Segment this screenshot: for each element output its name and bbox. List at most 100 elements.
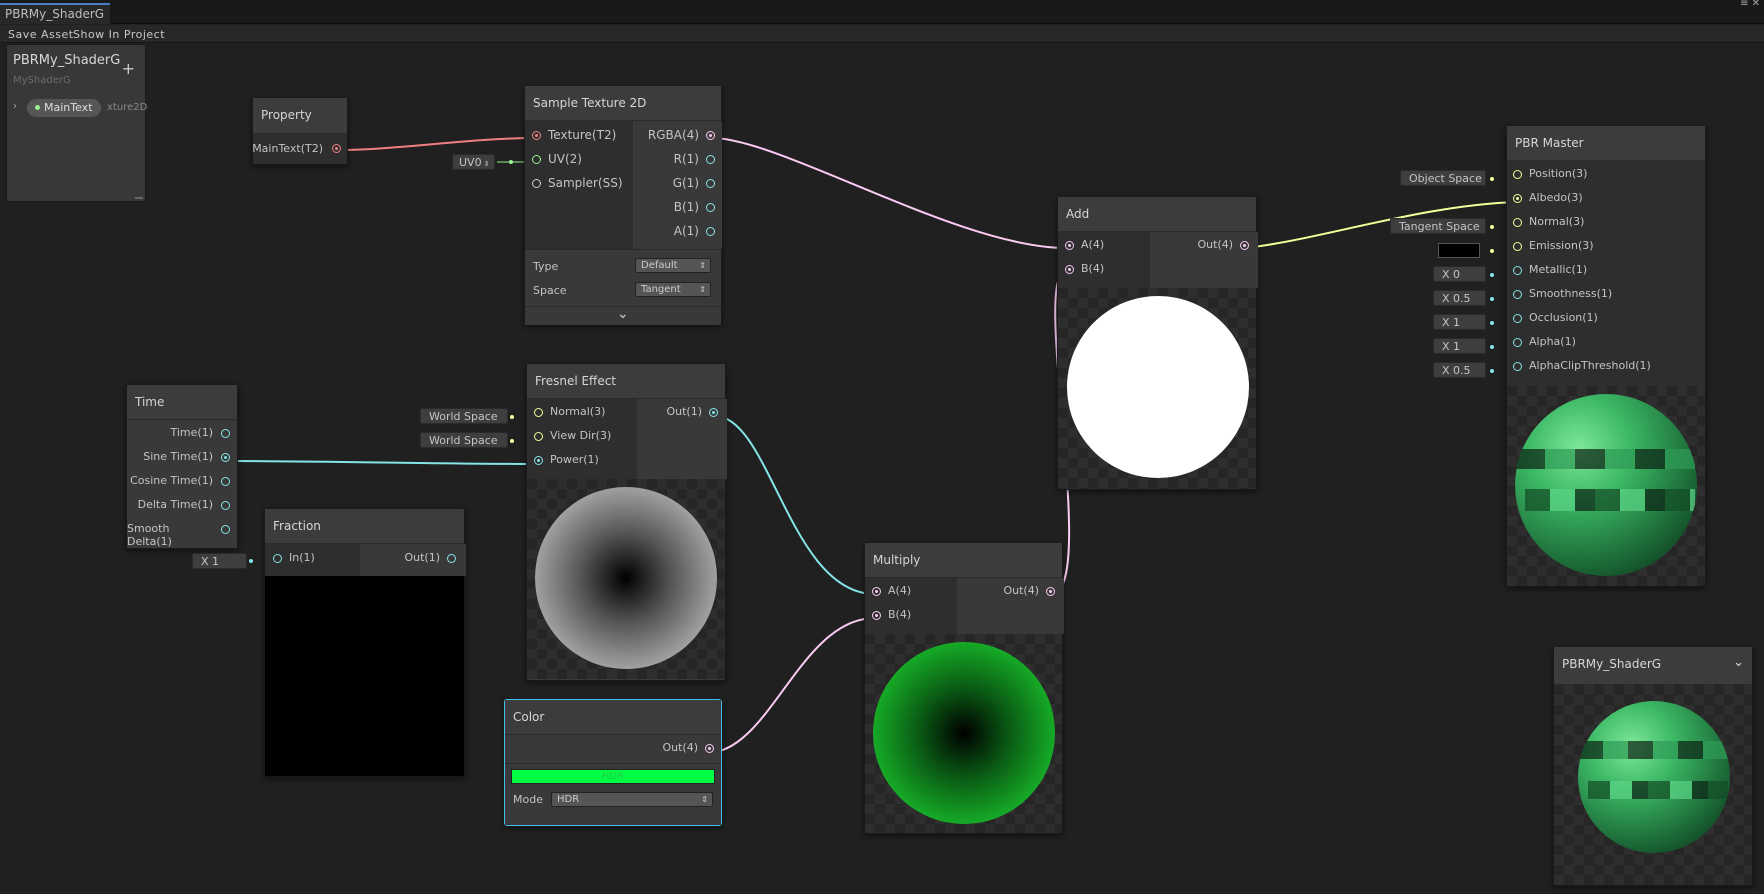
uv-input-port[interactable] [532,155,541,164]
a-input-port[interactable] [1065,241,1074,250]
show-in-project-button[interactable]: Show In Project [73,27,165,41]
mode-dropdown[interactable]: HDR ⇕ [551,792,713,807]
albedo-input-port[interactable] [1513,194,1522,203]
time-node[interactable]: Time Time(1) Sine Time(1) Cosine Time(1)… [126,384,238,549]
node-preview [865,634,1062,833]
color-swatch[interactable]: HDR [511,769,715,784]
position-space-field[interactable]: Object Space [1400,170,1486,186]
smoothness-field[interactable]: X 0.5 [1433,290,1486,306]
space-dropdown[interactable]: Tangent ⇕ [635,282,711,297]
fresnel-effect-node[interactable]: Fresnel Effect Normal(3) View Dir(3) Pow… [526,363,727,681]
r-output-port[interactable] [706,155,715,164]
occlusion-field[interactable]: X 1 [1433,314,1486,330]
toolbar: Save Asset Show In Project [0,25,1764,43]
uv-channel-field[interactable]: UV0 ⇕ [452,154,495,170]
output-port[interactable] [332,144,341,153]
type-label: Type [533,260,559,273]
property-node[interactable]: Property MainText(T2) [252,97,348,165]
input-label-a: A(4) [888,584,912,597]
rgba-output-port[interactable] [706,131,715,140]
output-port[interactable] [1046,587,1055,596]
connector-dot [509,160,513,164]
emission-color-swatch[interactable] [1438,243,1480,258]
fraction-node[interactable]: Fraction In(1) Out(1) [264,508,466,777]
position-input-port[interactable] [1513,170,1522,179]
view-dir-input-port[interactable] [534,432,543,441]
input-label-normal: Normal(3) [1529,215,1585,228]
node-preview [527,479,725,679]
metallic-input-port[interactable] [1513,266,1522,275]
occlusion-input-port[interactable] [1513,314,1522,323]
normal-input-port[interactable] [534,408,543,417]
multiply-node[interactable]: Multiply A(4) B(4) Out(4) [864,542,1064,834]
smooth-delta-output-port[interactable] [221,525,230,534]
sampler-input-port[interactable] [532,179,541,188]
output-label: Out(4) [1003,584,1039,597]
alpha-clip-input-port[interactable] [1513,362,1522,371]
alpha-field[interactable]: X 1 [1433,338,1486,354]
connector-dot [510,439,514,443]
property-pill[interactable]: MainText [27,99,101,117]
main-preview-panel[interactable]: PBRMy_ShaderG ⌄ [1553,646,1753,886]
time-output-port[interactable] [221,429,230,438]
metallic-field[interactable]: X 0 [1433,266,1486,282]
pbr-master-node[interactable]: PBR Master Position(3) Albedo(3) Normal(… [1506,125,1706,587]
delta-time-output-port[interactable] [221,501,230,510]
a-output-port[interactable] [706,227,715,236]
alpha-input-port[interactable] [1513,338,1522,347]
window-controls[interactable]: ≡ ✕ [1740,0,1760,9]
output-port[interactable] [705,744,714,753]
add-node[interactable]: Add A(4) B(4) Out(4) [1057,196,1258,490]
connector-dot [1490,321,1494,325]
property-dot-icon [35,105,40,110]
normal-input-port[interactable] [1513,218,1522,227]
node-title: Property [253,98,347,134]
b-input-port[interactable] [872,611,881,620]
input-label-uv: UV(2) [548,152,582,166]
texture-input-port[interactable] [532,131,541,140]
b-output-port[interactable] [706,203,715,212]
main-preview-viewport[interactable] [1554,685,1752,885]
sample-texture-2d-node[interactable]: Sample Texture 2D Texture(T2) UV(2) Samp… [524,85,723,325]
normal-space-field[interactable]: Tangent Space [1390,218,1486,234]
space-label: Space [533,284,567,297]
output-port[interactable] [709,408,718,417]
alpha-clip-field[interactable]: X 0.5 [1433,362,1486,378]
b-input-port[interactable] [1065,265,1074,274]
tab-shader-graph[interactable]: PBRMy_ShaderG [0,3,110,24]
emission-input-port[interactable] [1513,242,1522,251]
preview-sphere [1515,394,1697,576]
add-property-button[interactable]: + [122,59,135,78]
node-title: Fresnel Effect [527,364,725,399]
output-label-rgba: RGBA(4) [647,128,699,142]
output-port[interactable] [447,554,456,563]
fraction-input-field[interactable]: X 1 [192,553,247,569]
a-input-port[interactable] [872,587,881,596]
input-label-a: A(4) [1081,238,1105,251]
cosine-time-output-port[interactable] [221,477,230,486]
connector-dot [1490,225,1494,229]
input-label-emission: Emission(3) [1529,239,1594,252]
input-label-alpha: Alpha(1) [1529,335,1576,348]
sine-time-output-port[interactable] [221,453,230,462]
input-label-in: In(1) [289,551,315,564]
output-label-smooth-delta: Smooth Delta(1) [127,522,172,548]
output-label-delta-time: Delta Time(1) [137,498,213,511]
output-port[interactable] [1240,241,1249,250]
power-input-port[interactable] [534,456,543,465]
input-label-b: B(4) [888,608,912,621]
normal-space-field[interactable]: World Space [420,408,508,424]
chevron-right-icon[interactable]: › [13,101,17,112]
save-asset-button[interactable]: Save Asset [8,27,74,41]
chevron-down-icon[interactable]: ⌄ [1733,655,1744,670]
g-output-port[interactable] [706,179,715,188]
resize-handle[interactable] [135,197,143,199]
smoothness-input-port[interactable] [1513,290,1522,299]
view-dir-space-field[interactable]: World Space [420,432,508,448]
input-label-normal: Normal(3) [550,405,606,418]
color-node[interactable]: Color Out(4) HDR Mode HDR ⇕ [504,699,722,826]
in-input-port[interactable] [273,554,282,563]
collapse-chevron-icon[interactable]: ⌄ [617,306,629,322]
output-label: Out(4) [662,741,698,754]
type-dropdown[interactable]: Default ⇕ [635,258,711,273]
